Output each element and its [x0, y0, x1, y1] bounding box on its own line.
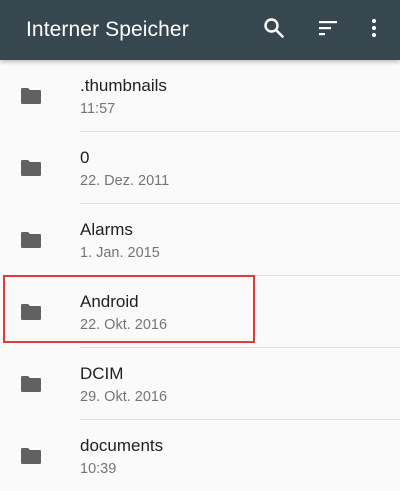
folder-icon: [21, 376, 41, 392]
sort-button[interactable]: [312, 12, 344, 44]
folder-icon: [21, 88, 41, 104]
file-date: 11:57: [80, 101, 116, 117]
list-item-dcim[interactable]: DCIM 29. Okt. 2016: [0, 348, 400, 420]
list-item-documents[interactable]: documents 10:39: [0, 420, 400, 491]
folder-icon: [21, 304, 41, 320]
more-options-button[interactable]: [358, 12, 390, 44]
list-item-android[interactable]: Android 22. Okt. 2016: [0, 276, 400, 348]
folder-icon: [21, 448, 41, 464]
list-item-alarms[interactable]: Alarms 1. Jan. 2015: [0, 204, 400, 276]
list-item-0[interactable]: 0 22. Dez. 2011: [0, 132, 400, 204]
file-name: Alarms: [80, 220, 133, 239]
file-date: 22. Dez. 2011: [80, 173, 170, 189]
file-date: 29. Okt. 2016: [80, 389, 168, 405]
file-date: 1. Jan. 2015: [80, 245, 160, 261]
sort-icon: [319, 21, 337, 36]
more-vert-icon: [371, 18, 377, 38]
app-bar: Interner Speicher: [0, 0, 400, 60]
file-name: .thumbnails: [80, 76, 167, 95]
page-title: Interner Speicher: [26, 18, 189, 41]
folder-icon: [21, 160, 41, 176]
file-manager-screen: Interner Speicher .thumbnails 11:57 0 22…: [0, 0, 400, 491]
folder-icon: [21, 232, 41, 248]
search-icon: [264, 18, 284, 38]
search-button[interactable]: [258, 12, 290, 44]
file-name: Android: [80, 292, 139, 311]
file-name: 0: [80, 148, 90, 167]
file-date: 10:39: [80, 461, 117, 477]
file-name: documents: [80, 436, 164, 455]
list-item-thumbnails[interactable]: .thumbnails 11:57: [0, 60, 400, 132]
file-name: DCIM: [80, 364, 124, 383]
file-date: 22. Okt. 2016: [80, 317, 168, 333]
file-list: .thumbnails 11:57 0 22. Dez. 2011 Alarms…: [0, 60, 400, 491]
